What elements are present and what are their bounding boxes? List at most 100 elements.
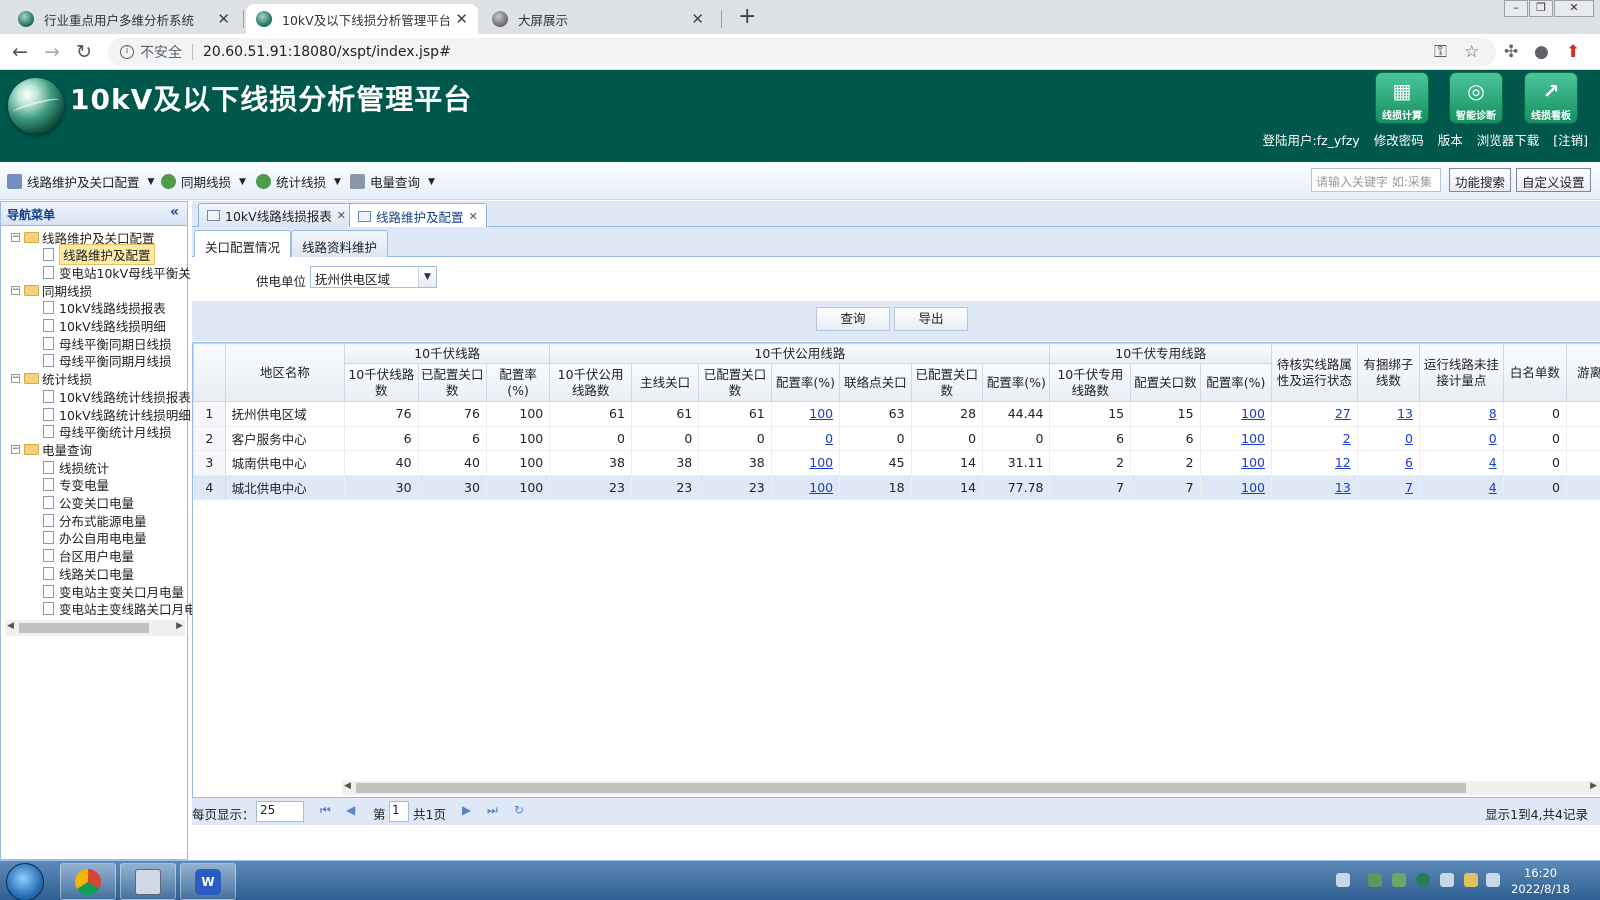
scroll-right-icon[interactable]: ▶ [176, 621, 183, 631]
nav-item[interactable]: 10kV线路线损明细 [43, 317, 166, 335]
taskbar-clock[interactable]: 16:20 2022/8/18 [1511, 865, 1570, 897]
nav-folder[interactable]: − 统计线损 [11, 370, 92, 388]
query-button[interactable]: 查询 [816, 307, 890, 331]
cell-link[interactable]: 7 [1405, 480, 1413, 495]
back-icon[interactable]: ← [12, 40, 28, 64]
area-header[interactable]: 地区名称 [224, 343, 346, 402]
tray-volume-icon[interactable] [1486, 873, 1500, 887]
chevron-down-icon[interactable]: ▼ [418, 267, 436, 287]
close-tab-icon[interactable]: ✕ [217, 10, 230, 28]
loss-calc-button[interactable]: ▦ 线损计算 [1375, 72, 1429, 124]
browser-tab-2[interactable]: 10kV及以下线损分析管理平台 ✕ [246, 4, 478, 34]
collapse-toggle-icon[interactable]: − [11, 444, 20, 454]
update-icon[interactable]: ⬆ [1566, 42, 1580, 62]
taskbar-calculator[interactable] [120, 863, 176, 900]
unmetered-header[interactable]: 运行线路未挂接计量点 [1418, 343, 1504, 402]
supply-unit-select[interactable]: 抚州供电区域 ▼ [310, 266, 437, 288]
cell-link[interactable]: 8 [1489, 406, 1497, 421]
col-header[interactable]: 联络点关口 [839, 363, 912, 402]
export-button[interactable]: 导出 [894, 307, 968, 331]
menu-sync-loss[interactable]: 同期线损 ▼ [161, 172, 246, 191]
version-link[interactable]: 版本 [1438, 130, 1463, 149]
subtab-gateway-config[interactable]: 关口配置情况 [194, 230, 292, 258]
nav-item[interactable]: 公变关口电量 [43, 494, 134, 512]
tray-globe-icon[interactable] [1416, 873, 1430, 887]
col-header[interactable]: 10千伏线路数 [344, 363, 419, 402]
grid-horizontal-scrollbar[interactable]: ◀ ▶ [342, 781, 1600, 795]
tray-weather-icon[interactable] [1464, 873, 1478, 887]
last-page-icon[interactable]: ⏭ [487, 803, 498, 818]
tray-security-icon[interactable] [1392, 873, 1406, 887]
tab-line-maintenance[interactable]: 线路维护及配置 ✕ [349, 203, 487, 228]
scroll-left-icon[interactable]: ◀ [7, 621, 14, 631]
nav-item[interactable]: 线路关口电量 [43, 564, 134, 582]
scroll-thumb[interactable] [19, 623, 149, 633]
taskbar-wps[interactable]: W [180, 863, 236, 900]
cell-link[interactable]: 12 [1335, 455, 1351, 470]
smart-diagnosis-button[interactable]: ◎ 智能诊断 [1449, 72, 1503, 124]
nav-folder[interactable]: − 电量查询 [11, 440, 92, 458]
function-search-input[interactable]: 请输入关键字 如:采集 [1311, 168, 1441, 192]
cell-link[interactable]: 100 [1241, 406, 1265, 421]
new-tab-button[interactable]: + [738, 4, 756, 30]
tray-network-icon[interactable] [1336, 873, 1350, 887]
collapse-toggle-icon[interactable]: − [11, 374, 20, 384]
function-search-button[interactable]: 功能搜索 [1449, 168, 1512, 192]
cell-link[interactable]: 0 [1405, 431, 1413, 446]
col-header[interactable]: 配置率(%) [1199, 363, 1272, 402]
minimize-button[interactable]: – [1504, 0, 1528, 17]
cell-link[interactable]: 27 [1335, 406, 1351, 421]
cell-link[interactable]: 13 [1335, 480, 1351, 495]
tab-line-loss-report[interactable]: 10kV线路线损报表 ✕ [198, 203, 355, 227]
browser-download-link[interactable]: 浏览器下载 [1477, 130, 1540, 149]
loss-board-button[interactable]: ↗ 线损看板 [1524, 72, 1578, 124]
nav-item[interactable]: 母线平衡同期月线损 [43, 352, 172, 370]
menu-stat-loss[interactable]: 统计线损 ▼ [256, 172, 341, 191]
cell-link[interactable]: 4 [1489, 480, 1497, 495]
logout-link[interactable]: [注销] [1553, 130, 1588, 149]
col-header[interactable]: 主线关口 [630, 363, 700, 402]
taskbar-chrome[interactable] [60, 863, 116, 900]
forward-icon[interactable]: → [44, 40, 60, 64]
table-row[interactable]: 3 城南供电中心 40 40 100 38 38 38 100 45 14 31.11 2 2 100 12 6… [193, 450, 1600, 476]
start-button[interactable] [6, 863, 44, 900]
close-tab-icon[interactable]: ✕ [455, 10, 468, 28]
collapse-toggle-icon[interactable]: − [11, 232, 20, 242]
nav-item[interactable]: 母线平衡同期日线损 [43, 334, 172, 352]
cell-link[interactable]: 100 [1241, 431, 1265, 446]
cell-link[interactable]: 100 [809, 406, 833, 421]
cell-link[interactable]: 100 [809, 480, 833, 495]
col-header[interactable]: 已配置关口数 [417, 363, 487, 402]
collapse-icon[interactable]: « [170, 204, 179, 220]
table-row[interactable]: 1 抚州供电区域 76 76 100 61 61 61 100 63 28 44.44 15 15 100 2… [193, 401, 1600, 427]
pending-verify-header[interactable]: 待核实线路属性及运行状态 [1270, 343, 1358, 402]
col-header[interactable]: 配置率(%) [770, 363, 841, 402]
collapse-toggle-icon[interactable]: − [11, 285, 20, 295]
info-icon[interactable]: i [120, 45, 134, 59]
nav-horizontal-scrollbar[interactable]: ◀ ▶ [5, 620, 185, 636]
nav-item[interactable]: 变电站10kV母线平衡关 [43, 263, 191, 281]
cell-link[interactable]: 6 [1405, 455, 1413, 470]
col-header[interactable]: 配置关口数 [1130, 363, 1201, 402]
reload-icon[interactable]: ↻ [76, 40, 92, 64]
page-size-input[interactable]: 25 [256, 801, 304, 822]
change-password-link[interactable]: 修改密码 [1374, 130, 1424, 149]
star-icon[interactable]: ☆ [1464, 42, 1479, 62]
scroll-right-icon[interactable]: ▶ [1590, 781, 1597, 791]
cell-link[interactable]: 0 [825, 431, 833, 446]
extensions-icon[interactable]: ✣ [1504, 42, 1518, 62]
scroll-left-icon[interactable]: ◀ [344, 781, 351, 791]
whitelist-header[interactable]: 白名单数 [1502, 343, 1567, 402]
nav-item[interactable]: 变电站主变关口月电量 [43, 582, 184, 600]
nav-item[interactable]: 台区用户电量 [43, 547, 134, 565]
browser-tab-3[interactable]: 大屏展示 ✕ [482, 4, 714, 34]
close-tab-icon[interactable]: ✕ [691, 10, 704, 28]
prev-page-icon[interactable]: ◀ [346, 803, 355, 817]
menu-line-maintenance[interactable]: 线路维护及关口配置 ▼ [7, 172, 154, 191]
nav-item[interactable]: 变电站主变线路关口月电 [43, 600, 197, 618]
cell-link[interactable]: 13 [1397, 406, 1413, 421]
nav-item[interactable]: 10kV线路统计线损明细 [43, 405, 191, 423]
nav-item[interactable]: 母线平衡统计月线损 [43, 423, 172, 441]
cell-link[interactable]: 0 [1489, 431, 1497, 446]
first-page-icon[interactable]: ⏮ [320, 803, 331, 818]
